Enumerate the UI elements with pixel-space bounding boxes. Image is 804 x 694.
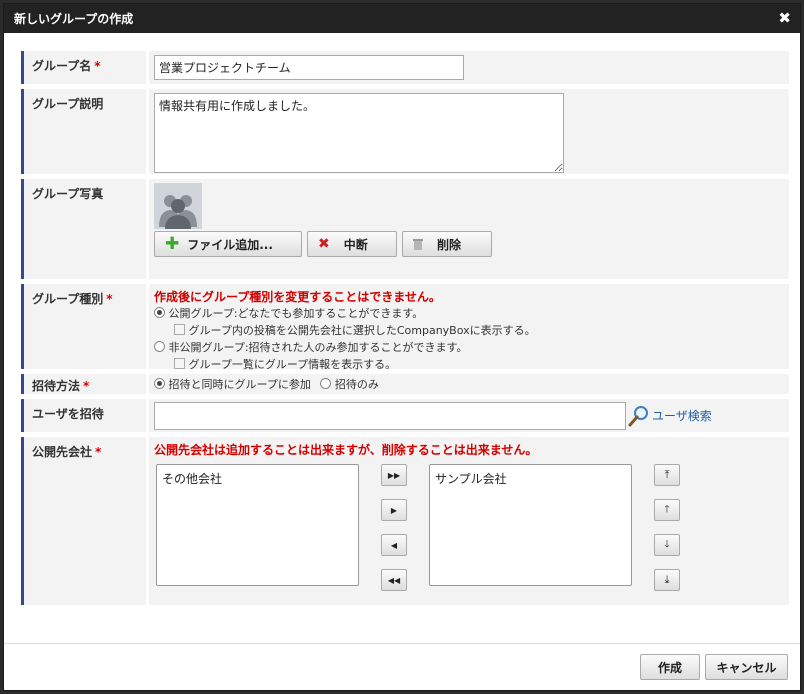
dialog-titlebar: 新しいグループの作成 ✖ [4, 4, 800, 33]
create-group-dialog: 新しいグループの作成 ✖ グループ名* グループ説明 情報共有用に作成しました。… [3, 3, 801, 691]
group-photo-row: グループ写真 ✚ ファイル追加... ✖ 中断 削除 [21, 178, 789, 280]
magnifier-icon[interactable] [628, 405, 650, 427]
group-avatar-icon [159, 195, 197, 229]
move-top-button[interactable]: ⤒ [654, 464, 680, 486]
public-companies-label: 公開先会社 * [21, 437, 146, 605]
invite-user-label: ユーザを招待 [21, 399, 146, 432]
move-all-right-button[interactable]: ▶▶ [381, 464, 407, 486]
move-right-button[interactable]: ▶ [381, 499, 407, 521]
invite-method-label: 招待方法 * [21, 374, 146, 394]
user-search-link[interactable]: ユーザ検索 [652, 407, 712, 424]
move-up-button[interactable]: 🡑 [654, 499, 680, 521]
show-in-list-checkbox[interactable] [174, 358, 185, 369]
move-left-button[interactable]: ◀ [381, 534, 407, 556]
trash-icon [413, 239, 423, 250]
move-down-button[interactable]: 🡓 [654, 534, 680, 556]
delete-photo-button[interactable]: 削除 [402, 231, 492, 257]
group-type-warning: 作成後にグループ種別を変更することはできません。 [154, 290, 441, 304]
group-photo-placeholder [154, 183, 202, 229]
abort-upload-button[interactable]: ✖ 中断 [307, 231, 397, 257]
plus-icon: ✚ [165, 233, 180, 254]
invite-only-label[interactable]: 招待のみ [335, 378, 379, 391]
order-buttons: ⤒ 🡑 🡓 ⤓ [632, 464, 702, 591]
public-companies-warning: 公開先会社は追加することは出来ますが、削除することは出来ません。 [154, 443, 538, 457]
add-file-button[interactable]: ✚ ファイル追加... [154, 231, 302, 257]
transfer-buttons: ▶▶ ▶ ◀ ◀◀ [359, 464, 429, 591]
show-on-companybox-option[interactable]: グループ内の投稿を公開先会社に選択したCompanyBoxに表示する。 [154, 322, 784, 339]
group-description-textarea[interactable]: 情報共有用に作成しました。 [154, 93, 564, 173]
invite-and-join-radio[interactable] [154, 378, 165, 389]
group-name-label: グループ名 * [21, 51, 146, 84]
list-item[interactable]: サンプル会社 [435, 470, 626, 487]
invite-only-radio[interactable] [320, 378, 332, 389]
invite-method-row: 招待方法 * 招待と同時にグループに参加 招待のみ [21, 373, 789, 395]
public-companies-row: 公開先会社 * 公開先会社は追加することは出来ますが、削除することは出来ません。 … [21, 436, 789, 606]
move-bottom-button[interactable]: ⤓ [654, 569, 680, 591]
dialog-body: グループ名* グループ説明 情報共有用に作成しました。 グループ写真 [4, 33, 800, 606]
group-description-label: グループ説明 [21, 89, 146, 174]
close-icon[interactable]: ✖ [778, 11, 791, 26]
private-group-radio[interactable] [154, 341, 165, 352]
required-mark: * [94, 59, 101, 73]
group-type-label: グループ種別 * [21, 284, 146, 369]
private-group-option[interactable]: 非公開グループ:招待された人のみ参加することができます。 [154, 339, 784, 356]
group-name-input[interactable] [154, 55, 464, 80]
selected-companies-list[interactable]: サンプル会社 [429, 464, 632, 586]
available-companies-list[interactable]: その他会社 [156, 464, 359, 586]
move-all-left-button[interactable]: ◀◀ [381, 569, 407, 591]
show-on-companybox-checkbox[interactable] [174, 324, 185, 335]
invite-user-row: ユーザを招待 ユーザ検索 [21, 398, 789, 433]
group-type-row: グループ種別 * 作成後にグループ種別を変更することはできません。 公開グループ:… [21, 283, 789, 373]
public-group-option[interactable]: 公開グループ:どなたでも参加することができます。 [154, 305, 784, 322]
list-item[interactable]: その他会社 [162, 470, 353, 487]
cancel-button[interactable]: キャンセル [705, 654, 788, 680]
group-name-row: グループ名 * [21, 50, 789, 85]
dialog-title: 新しいグループの作成 [14, 12, 134, 26]
x-icon: ✖ [318, 236, 330, 252]
dialog-footer: 作成 キャンセル [4, 643, 800, 690]
invite-user-input[interactable] [154, 401, 626, 430]
public-group-radio[interactable] [154, 307, 165, 318]
group-photo-label: グループ写真 [21, 179, 146, 279]
invite-and-join-label[interactable]: 招待と同時にグループに参加 [169, 378, 311, 391]
show-in-list-option[interactable]: グループ一覧にグループ情報を表示する。 [154, 356, 784, 373]
create-button[interactable]: 作成 [640, 654, 700, 680]
group-description-row: グループ説明 情報共有用に作成しました。 [21, 88, 789, 175]
